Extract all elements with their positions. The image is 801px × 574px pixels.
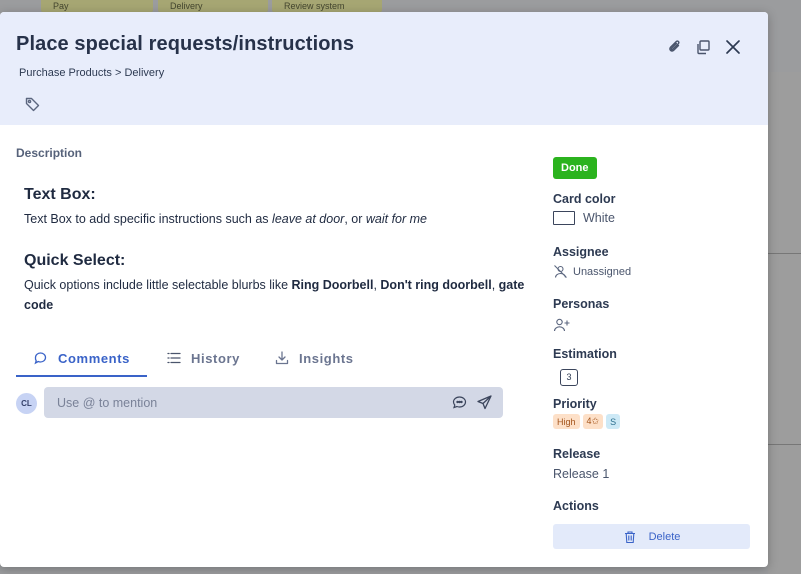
release-value[interactable]: Release 1 — [553, 467, 609, 481]
priority-chip-score: 4✩ — [582, 414, 604, 429]
tab-history[interactable]: History — [166, 339, 240, 377]
priority-chip-size: S — [606, 414, 621, 429]
estimation-value: 3 — [560, 368, 578, 386]
tab-label: Insights — [299, 350, 354, 366]
paragraph-bold: Ring Doorbell — [291, 278, 374, 292]
assignee-label: Assignee — [553, 245, 609, 259]
trash-icon — [624, 530, 635, 543]
add-user-icon — [553, 318, 570, 332]
priority-chips[interactable]: High 4✩ S — [553, 414, 623, 429]
card-title[interactable]: Place special requests/instructions — [16, 33, 354, 56]
tag-icon[interactable] — [24, 95, 42, 113]
paragraph-italic: leave at door — [272, 212, 345, 226]
description-paragraph: Quick options include little selectable … — [24, 275, 529, 315]
description-label: Description — [16, 146, 83, 160]
assignee-value: Unassigned — [573, 265, 632, 278]
paragraph-text: , — [491, 278, 499, 292]
card-color-value: White — [583, 211, 615, 225]
board-card-pay: Pay — [41, 0, 153, 12]
priority-chip-high: High — [553, 414, 580, 429]
copy-icon[interactable] — [694, 38, 712, 56]
status-badge[interactable]: Done — [553, 157, 597, 179]
personas-section: Personas — [553, 297, 609, 338]
comment-box — [44, 387, 503, 418]
personas-label: Personas — [553, 297, 610, 311]
tab-comments[interactable]: Comments — [33, 339, 130, 377]
estimation-section: Estimation 3 — [553, 347, 617, 386]
board-column — [768, 72, 801, 574]
list-icon — [167, 352, 181, 364]
board-card-label: Pay — [53, 1, 69, 11]
card-color-label: Card color — [553, 192, 616, 206]
modal-header: Place special requests/instructions Purc… — [0, 12, 768, 125]
assignee-picker[interactable]: Unassigned — [553, 264, 631, 279]
description-heading-text-box: Text Box: — [24, 186, 96, 203]
priority-label: Priority — [553, 397, 597, 411]
description-heading-quick-select: Quick Select: — [24, 252, 126, 269]
tab-insights[interactable]: Insights — [274, 339, 354, 377]
actions-section: Actions — [553, 499, 599, 513]
paragraph-text: Quick options include little selectable … — [24, 278, 292, 292]
paragraph-text: Text Box to add specific instructions su… — [24, 212, 273, 226]
add-persona-button[interactable] — [553, 317, 609, 338]
close-icon[interactable] — [724, 38, 742, 56]
avatar: CL — [16, 393, 37, 414]
paragraph-text: , or — [344, 212, 366, 226]
card-color-picker[interactable]: White — [553, 211, 616, 225]
delete-label: Delete — [648, 530, 681, 543]
assignee-section: Assignee Unassigned — [553, 245, 631, 279]
paragraph-italic: wait for me — [365, 212, 428, 226]
send-icon[interactable] — [476, 394, 493, 411]
estimation-picker[interactable]: 3 — [560, 367, 617, 386]
comment-input[interactable] — [44, 387, 439, 418]
board-card-label: Review system — [284, 1, 345, 11]
release-section: Release Release 1 — [553, 447, 609, 481]
board-card-delivery: Delivery — [158, 0, 268, 12]
description-paragraph: Text Box to add specific instructions su… — [24, 209, 529, 229]
color-swatch — [553, 211, 575, 225]
priority-section: Priority High 4✩ S — [553, 397, 623, 429]
card-detail-modal: Place special requests/instructions Purc… — [0, 12, 768, 567]
comments-icon — [34, 352, 47, 365]
unassigned-user-icon — [554, 265, 567, 278]
tab-label: History — [191, 350, 240, 366]
estimation-label: Estimation — [553, 347, 617, 361]
board-card-label: Delivery — [170, 1, 203, 11]
download-icon — [275, 351, 289, 365]
active-tab-indicator — [16, 375, 147, 377]
card-color-section: Card color White — [553, 192, 616, 225]
emoji-comment-icon[interactable] — [451, 394, 468, 411]
breadcrumb[interactable]: Purchase Products > Delivery — [19, 67, 164, 79]
tab-label: Comments — [58, 350, 130, 366]
board-card-review-system: Review system — [272, 0, 382, 12]
delete-button[interactable]: Delete — [553, 524, 750, 549]
paperclip-icon[interactable] — [666, 38, 684, 56]
activity-tabs: Comments History Insights — [16, 339, 521, 377]
board-divider — [768, 253, 801, 254]
paragraph-bold: Don't ring doorbell — [380, 278, 492, 292]
board-divider — [768, 444, 801, 445]
release-label: Release — [553, 447, 601, 461]
actions-label: Actions — [553, 499, 599, 513]
